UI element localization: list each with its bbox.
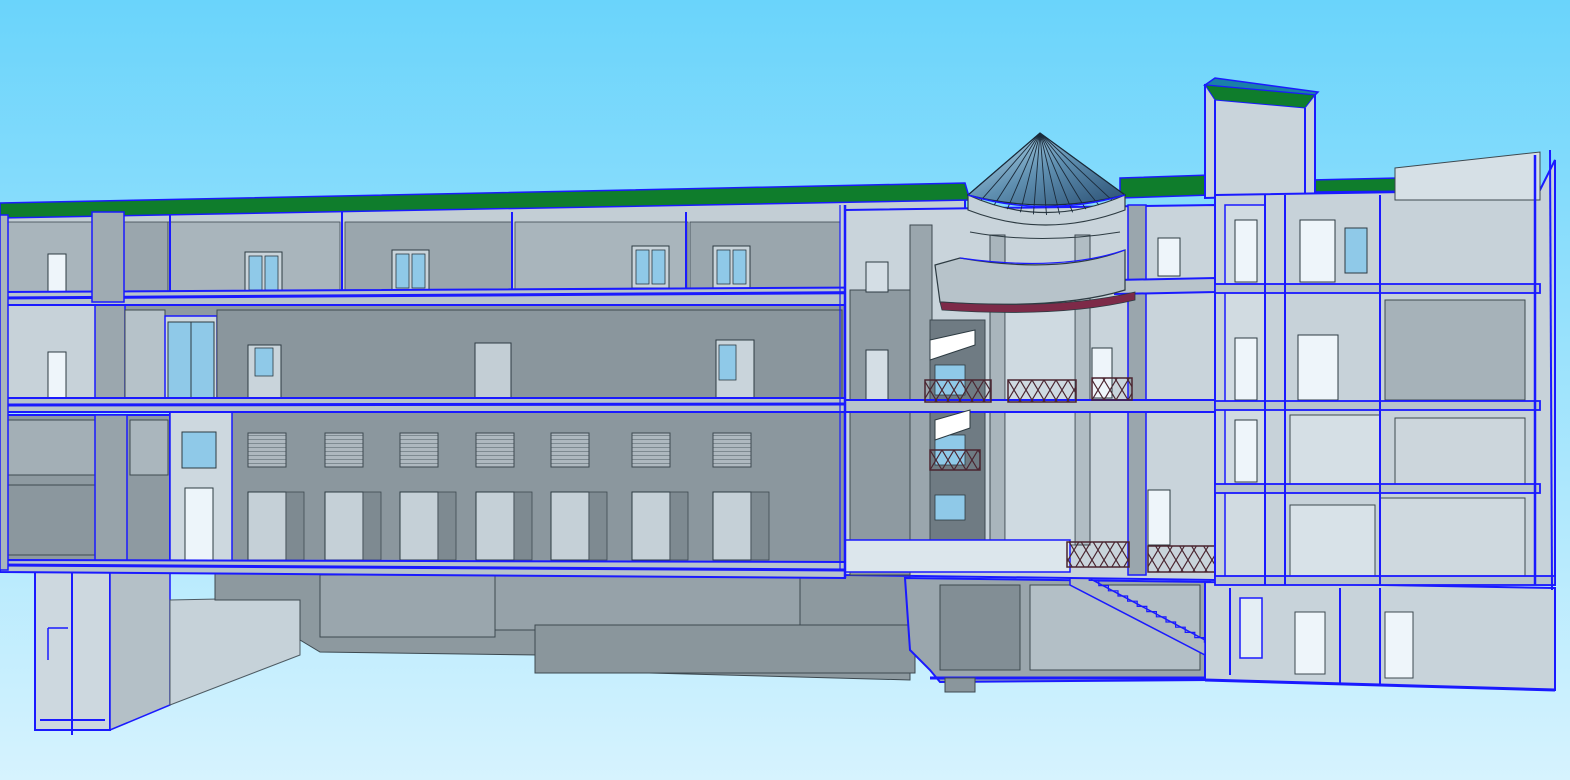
floor-slab [1214,283,1541,294]
louver-window [631,432,671,468]
glass-pane [716,249,731,285]
upper-bay [123,221,169,295]
glass-pane [635,249,650,285]
arcade-pier [285,491,305,561]
arcade-opening [399,491,439,561]
arcade-pier [669,491,689,561]
middle-floor[interactable] [0,296,846,413]
glass-pane [395,253,410,289]
ground-floor[interactable] [0,403,846,580]
glass-pane [264,255,279,291]
louver-window [712,432,752,468]
arcade-opening [631,491,671,561]
building-section-canvas[interactable] [0,0,1570,780]
glass-pane [411,253,426,289]
louver-window [399,432,439,468]
floor-slab [1214,400,1541,411]
louver-window [550,432,590,468]
arcade-opening [550,491,590,561]
louver-window [247,432,287,468]
arcade-opening [475,491,515,561]
right-wing[interactable] [1214,149,1556,591]
arcade-pier [513,491,533,561]
louver-window [475,432,515,468]
arcade-opening [324,491,364,561]
arcade-opening [712,491,752,561]
glass-pane [248,255,263,291]
upper-door [47,253,67,297]
chimney-tower[interactable] [1202,77,1320,200]
arcade-pier [588,491,608,561]
arcade-pier [437,491,457,561]
louver-window [324,432,364,468]
arcade-pier [362,491,382,561]
arcade-opening [247,491,287,561]
model-viewport[interactable] [0,0,1570,780]
floor-slab [1214,483,1541,494]
glass-pane [651,249,666,285]
arcade-pier [750,491,770,561]
glass-pane [732,249,747,285]
